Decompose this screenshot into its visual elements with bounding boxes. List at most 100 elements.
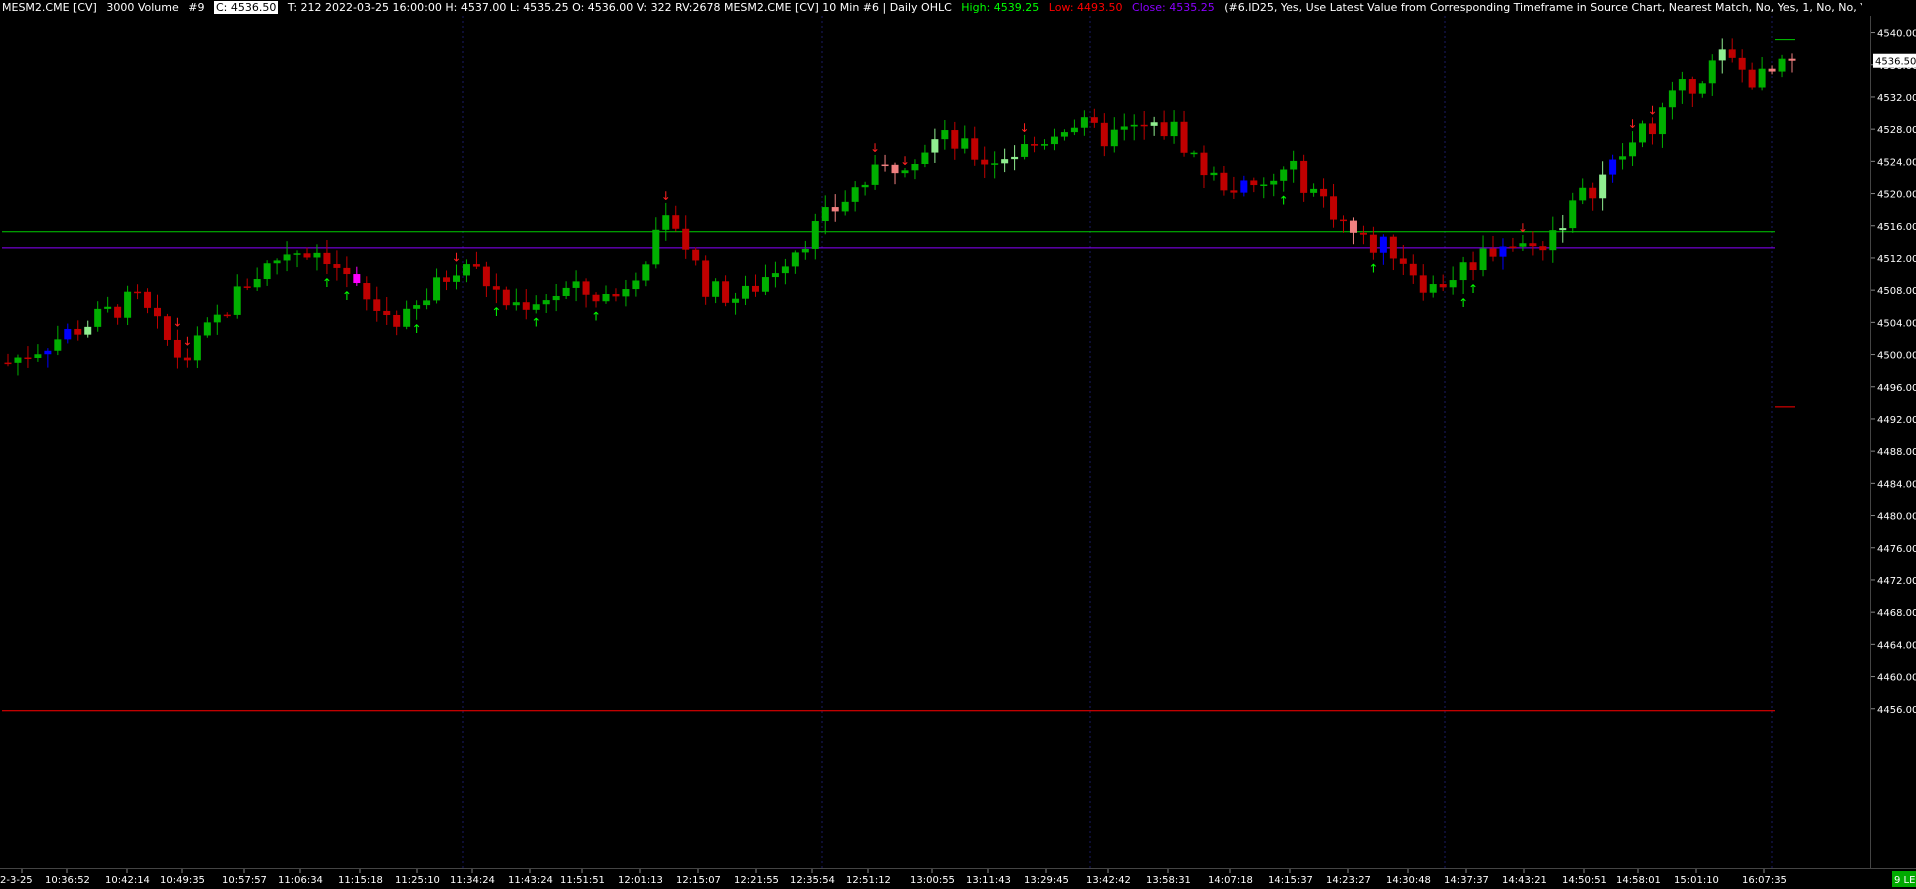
candle-body [1788,58,1796,61]
candle-body [24,357,32,360]
time-label: 12:01:13 [618,875,663,886]
candle-body [1031,144,1039,146]
candle-body [851,187,859,202]
candle-body [1728,49,1736,58]
candle-body [652,229,660,265]
candlestick-chart[interactable]: ↓↓↑↑↑↓↑↑ ↑↓↓↓↓↑↑↑↑↓↓↓ [0,16,1870,868]
candle-body [861,184,869,188]
price-label: 4532.00 [1877,93,1916,104]
time-label: 10:57:57 [222,875,267,886]
candle-body [393,314,401,327]
candle-body [552,295,560,301]
current-price-label: 4536.50 [1875,57,1916,68]
candle-body [433,277,441,301]
corner-badge-label: 9 LE [1894,875,1915,886]
time-label: 2-3-25 [0,875,33,886]
time-label: 13:29:45 [1024,875,1069,886]
price-label: 4480.00 [1877,512,1916,523]
time-label: 13:00:55 [910,875,955,886]
time-label: 12:51:12 [846,875,891,886]
candle-body [1569,200,1577,229]
candle-body [1050,136,1058,145]
candle-body [1698,83,1706,94]
price-label: 4496.00 [1877,383,1916,394]
candle-body [383,310,391,315]
price-label: 4464.00 [1877,640,1916,651]
signal-up-arrow: ↑ [1368,262,1378,276]
candle-body [1469,262,1477,271]
time-label: 14:50:51 [1562,875,1607,886]
price-label: 4540.00 [1877,29,1916,40]
candle-body [712,281,720,297]
candle-body [1359,232,1367,235]
candle-body [1250,180,1258,186]
bar-type-label: 3000 Volume [106,1,179,14]
price-label: 4476.00 [1877,544,1916,555]
candle-body [991,163,999,165]
candle-body [1559,228,1567,231]
candle-body [333,264,341,268]
candle-body [353,274,361,284]
candle-body [373,299,381,311]
candle-body [64,328,72,340]
candle-body [1409,263,1417,276]
candle-body [522,302,530,310]
time-axis[interactable]: 2-3-25 10:36:52 10:42:14 10:49:35 10:57:57 11… [0,868,1916,889]
price-label: 4492.00 [1877,415,1916,426]
price-label: 4516.00 [1877,222,1916,233]
candle-body [343,267,351,275]
price-axis[interactable]: 4540.004536.004532.004528.004524.004520.… [1870,16,1916,868]
chart-title-bar: MESM2.CME [CV] 3000 Volume #9 C: 4536.50… [0,0,1862,16]
candle-body [692,249,700,261]
signal-up-arrow: ↑ [591,309,601,323]
candle-body [811,221,819,249]
candle-body [1110,129,1118,147]
price-label: 4524.00 [1877,157,1916,168]
candle-body [1509,246,1517,248]
candle-body [1230,190,1238,193]
candle-body [1280,169,1288,181]
candle-body [34,354,42,358]
candle-body [512,302,520,306]
price-label: 4504.00 [1877,318,1916,329]
candle-body [1220,172,1228,191]
candle-body [1240,180,1248,193]
time-label: 15:01:10 [1674,875,1719,886]
candle-body [1738,57,1746,70]
candle-body [931,139,939,153]
candle-body [1320,188,1328,197]
candle-body [1768,68,1776,72]
candle-body [1648,123,1656,135]
price-label: 4500.00 [1877,351,1916,362]
candle-body [1290,160,1298,170]
candle-body [313,252,321,258]
candle-body [1160,122,1168,137]
candle-body [1260,184,1268,187]
candle-body [213,314,221,323]
candle-body [542,300,550,305]
candle-body [1300,160,1308,193]
candle-body [1140,124,1148,127]
candle-body [1499,246,1507,257]
signal-up-arrow: ↑ [322,276,332,290]
time-label: 14:15:37 [1268,875,1313,886]
candle-body [911,164,919,171]
signal-up-arrow: ↑ [342,289,352,303]
candle-body [84,326,92,335]
candle-body [572,281,580,288]
candle-body [1778,58,1786,72]
candle-body [1609,159,1617,175]
candle-body [363,283,371,300]
candle-body [443,277,451,282]
candle-body [1150,122,1158,126]
candle-body [413,305,421,309]
candle-body [14,357,22,363]
signal-up-arrow: ↑ [1458,296,1468,310]
candle-body [1021,144,1029,157]
candle-body [1080,117,1088,128]
time-label: 10:42:14 [105,875,150,886]
chart-number: #9 [188,1,205,14]
price-label: 4508.00 [1877,286,1916,297]
candle-body [482,266,490,287]
candle-body [672,215,680,229]
